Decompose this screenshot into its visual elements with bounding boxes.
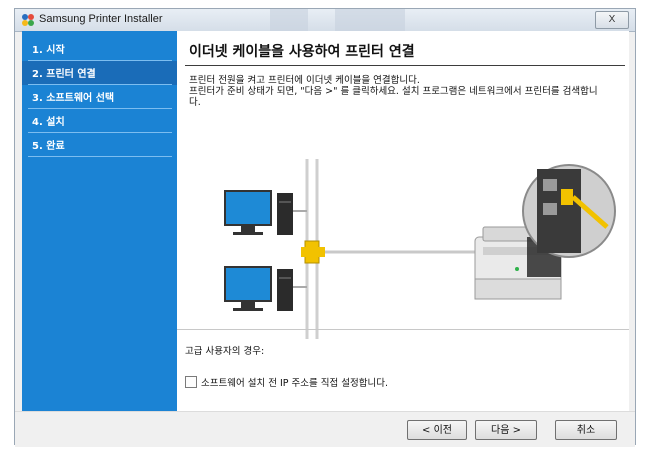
step-software-selection: 3. 소프트웨어 선택 (22, 85, 177, 109)
manual-ip-checkbox[interactable] (185, 376, 197, 388)
instruction-line: 다. (189, 97, 201, 108)
step-install: 4. 설치 (22, 109, 177, 133)
main-content: 이더넷 케이블을 사용하여 프린터 연결 프린터 전원을 켜고 프린터에 이더넷… (177, 31, 629, 411)
advanced-users-label: 고급 사용자의 경우: (185, 346, 265, 357)
back-button[interactable]: < 이전 (407, 420, 467, 440)
samsung-app-icon (22, 14, 34, 26)
steps-sidebar: 1. 시작 2. 프린터 연결 3. 소프트웨어 선택 4. 설치 5. 완료 (22, 31, 177, 411)
step-label: 5. 완료 (32, 141, 65, 152)
close-button[interactable]: X (595, 11, 629, 29)
advanced-divider (177, 329, 629, 330)
footer-bar: < 이전 다음 > 취소 (15, 411, 635, 447)
title-bar[interactable]: Samsung Printer Installer X (15, 9, 635, 32)
instruction-line: 프린터가 준비 상태가 되면, "다음 >" 를 클릭하세요. 설치 프로그램은… (189, 86, 598, 97)
page-title: 이더넷 케이블을 사용하여 프린터 연결 (189, 44, 415, 60)
step-divider (28, 156, 172, 157)
title-divider (185, 65, 625, 66)
step-label: 3. 소프트웨어 선택 (32, 93, 115, 104)
titlebar-decoration (335, 9, 405, 31)
installer-window: Samsung Printer Installer X 1. 시작 2. 프린터… (14, 8, 636, 447)
step-label: 1. 시작 (32, 45, 65, 56)
computer-icon (224, 190, 307, 235)
ethernet-connection-illustration (224, 159, 616, 339)
ethernet-port-zoom-icon (522, 164, 616, 258)
network-hub-icon (301, 240, 325, 264)
cancel-button[interactable]: 취소 (555, 420, 617, 440)
manual-ip-checkbox-label[interactable]: 소프트웨어 설치 전 IP 주소를 직접 설정합니다. (201, 375, 388, 389)
computer-icon (224, 266, 307, 311)
window-title: Samsung Printer Installer (39, 13, 163, 25)
step-label: 4. 설치 (32, 117, 65, 128)
step-label: 2. 프린터 연결 (32, 69, 96, 80)
instruction-line: 프린터 전원을 켜고 프린터에 이더넷 케이블을 연결합니다. (189, 75, 420, 86)
titlebar-decoration (270, 9, 308, 31)
step-finish: 5. 완료 (22, 133, 177, 157)
step-printer-connection: 2. 프린터 연결 (22, 61, 177, 85)
instructions-text: 프린터 전원을 켜고 프린터에 이더넷 케이블을 연결합니다. 프린터가 준비 … (189, 75, 619, 108)
step-start: 1. 시작 (22, 37, 177, 61)
next-button[interactable]: 다음 > (475, 420, 537, 440)
close-icon: X (608, 14, 616, 25)
